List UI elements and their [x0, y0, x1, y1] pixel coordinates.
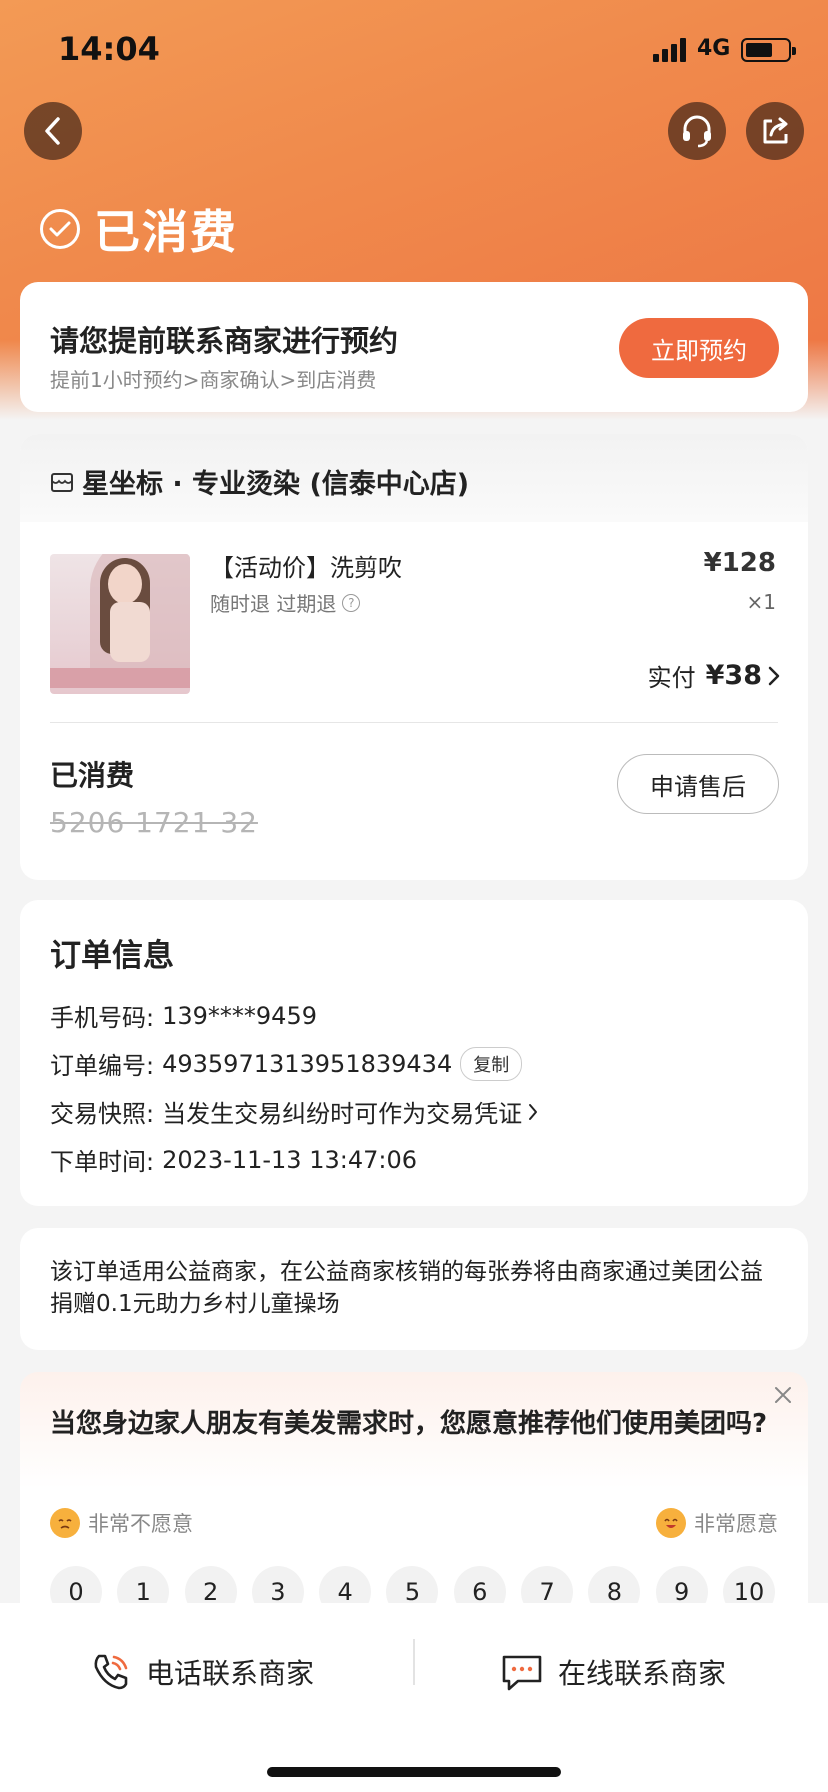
- paid-amount: ¥38: [705, 660, 762, 691]
- phone-row: 手机号码: 139****9459: [50, 998, 317, 1033]
- booking-card: 请您提前联系商家进行预约 提前1小时预约>商家确认>到店消费 立即预约: [20, 282, 808, 412]
- booking-steps: 提前1小时预约>商家确认>到店消费: [50, 368, 377, 392]
- order-time-label: 下单时间:: [50, 1148, 155, 1176]
- booking-title: 请您提前联系商家进行预约: [50, 324, 399, 358]
- order-info-title: 订单信息: [50, 938, 174, 974]
- store-icon: [51, 472, 73, 492]
- refund-tags: 随时退 过期退: [210, 592, 337, 616]
- order-time-value: 2023-11-13 13:47:06: [162, 1145, 417, 1174]
- book-now-button[interactable]: 立即预约: [619, 318, 779, 378]
- order-info-card: 订单信息 手机号码: 139****9459 订单编号: 49359713139…: [20, 900, 808, 1206]
- after-sale-button[interactable]: 申请售后: [617, 754, 779, 814]
- chevron-right-icon: [529, 1103, 538, 1120]
- phone-value: 139****9459: [162, 1001, 317, 1030]
- check-circle-icon: [40, 209, 80, 249]
- order-number-label: 订单编号:: [50, 1052, 155, 1080]
- sad-face-icon: [50, 1508, 80, 1538]
- chat-merchant-button[interactable]: 在线联系商家: [500, 1651, 726, 1693]
- home-indicator[interactable]: [267, 1767, 561, 1777]
- paid-amount-link[interactable]: 实付 ¥38: [648, 658, 780, 693]
- divider: [50, 722, 778, 723]
- refund-policy: 随时退 过期退 ?: [210, 588, 361, 617]
- order-item-card: 星坐标 · 专业烫染 (信泰中心店) 【活动价】洗剪吹 随时退 过期退 ? ¥1…: [20, 434, 808, 880]
- order-number-value: 4935971313951839434: [162, 1049, 453, 1078]
- back-button[interactable]: [24, 102, 82, 160]
- chevron-right-icon: [768, 666, 780, 685]
- call-merchant-label: 电话联系商家: [146, 1657, 315, 1690]
- shop-name: 星坐标 · 专业烫染 (信泰中心店): [82, 469, 470, 500]
- survey-question: 当您身边家人朋友有美发需求时，您愿意推荐他们使用美团吗?: [50, 1409, 768, 1439]
- call-merchant-button[interactable]: 电话联系商家: [90, 1651, 314, 1693]
- paid-label: 实付: [647, 664, 696, 692]
- divider: [413, 1639, 415, 1685]
- bottom-action-bar: 电话联系商家 在线联系商家: [0, 1603, 828, 1792]
- item-thumbnail[interactable]: [50, 554, 190, 694]
- chevron-left-icon: [45, 117, 60, 145]
- network-type: 4G: [697, 36, 731, 61]
- signal-icon: [653, 38, 689, 62]
- happy-face-icon: [656, 1508, 686, 1538]
- low-score-hint: 非常不愿意: [50, 1508, 193, 1538]
- status-time: 14:04: [58, 30, 160, 68]
- order-number-row: 订单编号: 4935971313951839434 复制: [50, 1046, 523, 1081]
- headset-icon: [683, 115, 711, 148]
- high-score-label: 非常愿意: [694, 1512, 778, 1536]
- item-price: ¥128: [703, 548, 776, 578]
- state-label: 已消费: [94, 205, 238, 259]
- shop-header[interactable]: 星坐标 · 专业烫染 (信泰中心店): [20, 434, 808, 522]
- charity-text: 该订单适用公益商家，在公益商家核销的每张券将由商家通过美团公益捐赠0.1元助力乡…: [50, 1259, 763, 1317]
- share-icon: [763, 117, 788, 144]
- copy-button[interactable]: 复制: [460, 1046, 523, 1081]
- status-bar: 14:04 4G: [0, 0, 828, 96]
- help-icon[interactable]: ?: [342, 593, 361, 612]
- order-state-title: 已消费: [40, 196, 238, 262]
- high-score-hint: 非常愿意: [656, 1508, 778, 1538]
- chat-icon: [502, 1655, 542, 1691]
- charity-card: 该订单适用公益商家，在公益商家核销的每张券将由商家通过美团公益捐赠0.1元助力乡…: [20, 1228, 808, 1350]
- customer-service-button[interactable]: [668, 102, 726, 160]
- battery-icon: [741, 38, 796, 62]
- low-score-label: 非常不愿意: [88, 1512, 193, 1536]
- snapshot-value: 当发生交易纠纷时可作为交易凭证: [162, 1100, 523, 1128]
- item-quantity: ×1: [746, 590, 776, 614]
- item-name[interactable]: 【活动价】洗剪吹: [210, 548, 402, 583]
- snapshot-label: 交易快照:: [50, 1100, 155, 1128]
- voucher-status: 已消费: [50, 759, 135, 792]
- order-time-row: 下单时间: 2023-11-13 13:47:06: [50, 1142, 417, 1177]
- phone-label: 手机号码:: [50, 1004, 155, 1032]
- voucher-code: 5206 1721 32: [50, 806, 258, 839]
- survey-card: 当您身边家人朋友有美发需求时，您愿意推荐他们使用美团吗? 非常不愿意 非常愿意 …: [20, 1372, 808, 1632]
- phone-icon: [94, 1654, 128, 1690]
- snapshot-row[interactable]: 交易快照: 当发生交易纠纷时可作为交易凭证: [50, 1094, 538, 1129]
- chat-merchant-label: 在线联系商家: [558, 1657, 727, 1690]
- share-button[interactable]: [746, 102, 804, 160]
